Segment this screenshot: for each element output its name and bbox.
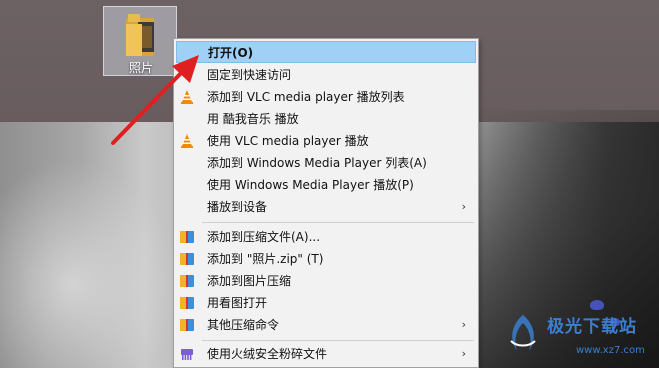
menu-item-label: 使用 Windows Media Player 播放(P) (207, 178, 414, 192)
archive-icon (180, 253, 194, 265)
submenu-arrow-icon: › (461, 347, 466, 360)
watermark-title: 极光下载站 (547, 317, 637, 337)
menu-item-cast-to-device[interactable]: 播放到设备 › (176, 196, 476, 218)
menu-item-label: 添加到 Windows Media Player 列表(A) (207, 156, 427, 170)
menu-item-label: 添加到压缩文件(A)... (207, 230, 321, 244)
watermark-url: www.xz7.com (576, 345, 645, 356)
menu-item-label: 用 酷我音乐 播放 (207, 112, 299, 126)
menu-item-image-compress[interactable]: 添加到图片压缩 (176, 270, 476, 292)
menu-item-wmp-play[interactable]: 使用 Windows Media Player 播放(P) (176, 174, 476, 196)
menu-item-kuwo-play[interactable]: 用 酷我音乐 播放 (176, 108, 476, 130)
vlc-cone-icon (181, 90, 193, 104)
menu-item-open[interactable]: 打开(O) (176, 41, 476, 63)
menu-item-label: 用看图打开 (207, 296, 268, 310)
desktop-icon-label: 照片 (128, 61, 153, 75)
submenu-arrow-icon: › (461, 318, 466, 331)
menu-item-huorong-shred[interactable]: 使用火绒安全粉碎文件 › (176, 343, 476, 365)
menu-item-open-with-viewer[interactable]: 用看图打开 (176, 292, 476, 314)
menu-item-vlc-play[interactable]: 使用 VLC media player 播放 (176, 130, 476, 152)
menu-item-vlc-add-playlist[interactable]: 添加到 VLC media player 播放列表 (176, 86, 476, 108)
archive-icon (180, 319, 194, 331)
menu-item-label: 使用 VLC media player 播放 (207, 134, 369, 148)
menu-item-pin-quick-access[interactable]: 固定到快速访问 (176, 64, 476, 86)
menu-item-label: 使用火绒安全粉碎文件 (207, 347, 328, 361)
menu-item-label: 添加到 "照片.zip" (T) (207, 252, 324, 266)
menu-item-label: 添加到图片压缩 (207, 274, 292, 288)
archive-icon (180, 297, 194, 309)
folder-icon (126, 14, 154, 56)
menu-separator (202, 222, 474, 223)
archive-icon (180, 231, 194, 243)
menu-item-label: 打开(O) (208, 46, 254, 60)
watermark-logo-icon (510, 315, 536, 351)
menu-item-label: 其他压缩命令 (207, 318, 280, 332)
shredder-icon (181, 349, 193, 360)
menu-separator (202, 340, 474, 341)
menu-item-label: 播放到设备 (207, 200, 268, 214)
menu-item-add-to-archive[interactable]: 添加到压缩文件(A)... (176, 226, 476, 248)
context-menu: 打开(O) 固定到快速访问 添加到 VLC media player 播放列表 … (173, 38, 479, 368)
menu-item-wmp-add-list[interactable]: 添加到 Windows Media Player 列表(A) (176, 152, 476, 174)
submenu-arrow-icon: › (461, 200, 466, 213)
vlc-cone-icon (181, 134, 193, 148)
menu-item-other-compress[interactable]: 其他压缩命令 › (176, 314, 476, 336)
menu-item-label: 固定到快速访问 (207, 68, 292, 82)
desktop-folder-icon-photos[interactable]: 照片 (103, 6, 177, 76)
wallpaper-mist (0, 160, 180, 368)
menu-item-add-to-zip[interactable]: 添加到 "照片.zip" (T) (176, 248, 476, 270)
butterfly-decoration (590, 300, 604, 310)
archive-icon (180, 275, 194, 287)
menu-item-label: 添加到 VLC media player 播放列表 (207, 90, 405, 104)
